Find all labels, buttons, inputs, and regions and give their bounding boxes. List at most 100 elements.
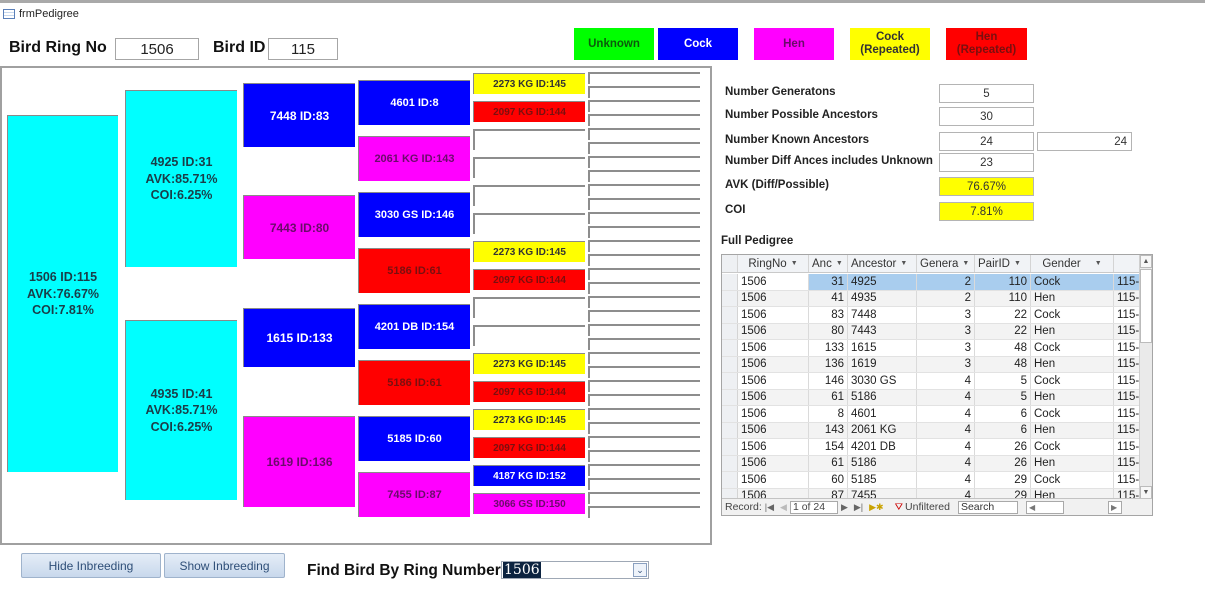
prev-record-icon[interactable]: ◀: [780, 502, 787, 513]
pedigree-gen4-box[interactable]: 5186 ID:61: [358, 248, 470, 293]
table-cell[interactable]: 2: [917, 274, 975, 290]
table-cell[interactable]: 3: [917, 323, 975, 339]
row-selector[interactable]: [722, 455, 738, 471]
pedigree-empty-box[interactable]: [588, 394, 700, 406]
table-cell[interactable]: Hen: [1031, 290, 1114, 306]
table-cell[interactable]: 4: [917, 389, 975, 405]
pedigree-gen5-box[interactable]: 2097 KG ID:144: [473, 437, 585, 458]
table-cell[interactable]: 1506: [738, 455, 809, 471]
pedigree-empty-box[interactable]: [588, 506, 700, 518]
table-cell[interactable]: 3: [917, 356, 975, 372]
show-inbreeding-button[interactable]: Show Inbreeding: [164, 553, 285, 578]
stat-value-field[interactable]: 24: [939, 132, 1034, 151]
table-cell[interactable]: 1619: [848, 356, 917, 372]
form-tab[interactable]: frmPedigree: [0, 4, 79, 24]
stat-value-field[interactable]: 7.81%: [939, 202, 1034, 221]
table-row[interactable]: 1506 80 7443 3 22 Hen 115-: [722, 323, 1141, 340]
table-row[interactable]: 1506 136 1619 3 48 Hen 115-: [722, 356, 1141, 373]
table-cell[interactable]: 110: [975, 290, 1031, 306]
pedigree-empty-box[interactable]: [588, 296, 700, 308]
select-all-cell[interactable]: [722, 255, 738, 272]
pedigree-gen4-box[interactable]: 5185 ID:60: [358, 416, 470, 461]
table-cell[interactable]: 115-: [1114, 439, 1141, 455]
table-cell[interactable]: 60: [809, 472, 848, 488]
scroll-up-icon[interactable]: ▲: [1140, 255, 1152, 268]
row-selector[interactable]: [722, 389, 738, 405]
hscroll-left-icon[interactable]: ◀: [1025, 500, 1064, 514]
table-cell[interactable]: 4601: [848, 406, 917, 422]
table-cell[interactable]: 31: [809, 274, 848, 290]
pedigree-empty-box[interactable]: [588, 324, 700, 336]
table-cell[interactable]: 4935: [848, 290, 917, 306]
table-cell[interactable]: Hen: [1031, 356, 1114, 372]
table-cell[interactable]: 115-: [1114, 472, 1141, 488]
table-cell[interactable]: 5186: [848, 455, 917, 471]
col-header-pairid[interactable]: PairID ▼: [975, 255, 1031, 272]
pedigree-empty-box[interactable]: [588, 100, 700, 112]
table-cell[interactable]: 115-: [1114, 356, 1141, 372]
row-selector[interactable]: [722, 422, 738, 438]
table-cell[interactable]: 115-: [1114, 290, 1141, 306]
col-header-extra[interactable]: [1114, 255, 1141, 272]
table-cell[interactable]: 26: [975, 439, 1031, 455]
table-row[interactable]: 1506 61 5186 4 5 Hen 115-: [722, 389, 1141, 406]
pedigree-gen5-box[interactable]: 3066 GS ID:150: [473, 493, 585, 514]
first-record-icon[interactable]: |◀: [765, 502, 774, 513]
table-cell[interactable]: 3: [917, 307, 975, 323]
pedigree-empty-box[interactable]: [588, 408, 700, 420]
table-cell[interactable]: Cock: [1031, 340, 1114, 356]
pedigree-empty-box[interactable]: [473, 129, 585, 150]
pedigree-gen5-box[interactable]: 2097 KG ID:144: [473, 101, 585, 122]
row-selector[interactable]: [722, 373, 738, 389]
table-cell[interactable]: 133: [809, 340, 848, 356]
pedigree-sire-box[interactable]: 4925 ID:31 AVK:85.71% COI:6.25%: [125, 90, 237, 267]
pedigree-gen4-box[interactable]: 4201 DB ID:154: [358, 304, 470, 349]
table-cell[interactable]: 4: [917, 472, 975, 488]
table-cell[interactable]: Cock: [1031, 439, 1114, 455]
table-cell[interactable]: 26: [975, 455, 1031, 471]
table-cell[interactable]: 7448: [848, 307, 917, 323]
stat-value-field[interactable]: 76.67%: [939, 177, 1034, 196]
pedigree-gen5-box[interactable]: 2273 KG ID:145: [473, 353, 585, 374]
table-cell[interactable]: 1506: [738, 274, 809, 290]
table-cell[interactable]: 48: [975, 356, 1031, 372]
pedigree-gen5-box[interactable]: 2273 KG ID:145: [473, 73, 585, 94]
pedigree-empty-box[interactable]: [588, 492, 700, 504]
table-cell[interactable]: 4: [917, 439, 975, 455]
table-cell[interactable]: 1506: [738, 307, 809, 323]
pedigree-empty-box[interactable]: [473, 213, 585, 234]
pedigree-empty-box[interactable]: [473, 185, 585, 206]
row-selector[interactable]: [722, 356, 738, 372]
table-cell[interactable]: 3030 GS: [848, 373, 917, 389]
pedigree-gen3-box[interactable]: 7448 ID:83: [243, 83, 355, 147]
table-cell[interactable]: 1506: [738, 340, 809, 356]
pedigree-gen3-box[interactable]: 7443 ID:80: [243, 195, 355, 259]
table-cell[interactable]: 22: [975, 323, 1031, 339]
table-cell[interactable]: 61: [809, 455, 848, 471]
table-cell[interactable]: 115-: [1114, 422, 1141, 438]
table-cell[interactable]: 83: [809, 307, 848, 323]
pedigree-empty-box[interactable]: [588, 198, 700, 210]
table-row[interactable]: 1506 133 1615 3 48 Cock 115-: [722, 340, 1141, 357]
row-selector[interactable]: [722, 439, 738, 455]
col-header-ringno[interactable]: RingNo ▼: [738, 255, 809, 272]
pedigree-gen5-box[interactable]: 4187 KG ID:152: [473, 465, 585, 486]
table-cell[interactable]: 7443: [848, 323, 917, 339]
pedigree-empty-box[interactable]: [588, 282, 700, 294]
col-header-gender[interactable]: Gender ▼: [1031, 255, 1114, 272]
table-cell[interactable]: 4: [917, 422, 975, 438]
table-cell[interactable]: 80: [809, 323, 848, 339]
table-row[interactable]: 1506 8 4601 4 6 Cock 115-: [722, 406, 1141, 423]
pedigree-empty-box[interactable]: [588, 72, 700, 84]
pedigree-gen3-box[interactable]: 1615 ID:133: [243, 308, 355, 367]
find-bird-combobox[interactable]: 1506 ⌄: [501, 561, 649, 579]
table-cell[interactable]: 2: [917, 290, 975, 306]
bird-ring-field[interactable]: 1506: [115, 38, 199, 60]
table-cell[interactable]: 2061 KG: [848, 422, 917, 438]
table-cell[interactable]: Hen: [1031, 422, 1114, 438]
table-cell[interactable]: 115-: [1114, 406, 1141, 422]
col-header-genera[interactable]: Genera ▼: [917, 255, 975, 272]
known-ancestors-count-field[interactable]: 24: [1037, 132, 1132, 151]
pedigree-empty-box[interactable]: [473, 297, 585, 318]
table-cell[interactable]: 61: [809, 389, 848, 405]
